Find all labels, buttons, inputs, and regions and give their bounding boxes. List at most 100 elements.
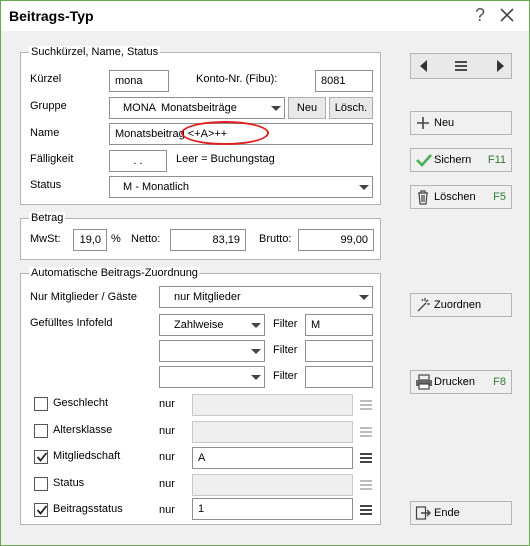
geschlecht-value [192,394,353,416]
beitragsstatus-checkbox[interactable] [34,503,48,517]
nur-label: nur [159,478,175,490]
chevron-down-icon[interactable] [266,98,284,118]
sichern-shortcut: F11 [487,154,506,166]
menu-icon[interactable] [449,54,473,78]
prev-icon[interactable] [413,54,435,78]
konto-input[interactable]: 8081 [315,70,373,92]
group-automatische-zuordnung: Automatische Beitrags-Zuordnung Nur Mitg… [20,267,381,525]
name-label: Name [30,127,60,139]
nur-label: nur [159,451,175,463]
ende-button-label: Ende [434,507,460,519]
gruppe-loesch-button[interactable]: Lösch. [329,97,373,119]
kuerzel-input[interactable]: mona [109,70,169,92]
window-title: Beitrags-Typ [9,8,94,24]
loeschen-shortcut: F5 [493,191,506,203]
netto-input[interactable]: 83,19 [170,229,246,251]
chevron-down-icon[interactable] [246,315,264,335]
beitragsstatus-value[interactable]: 1 [192,498,353,520]
list-icon [357,475,375,495]
mitgliedschaft-value[interactable]: A [192,447,353,469]
chevron-down-icon[interactable] [354,287,372,307]
sichern-button-label: Sichern [434,154,472,166]
magic-wand-icon [415,297,431,313]
kuerzel-label: Kürzel [30,73,62,85]
infofeld-select-2[interactable] [159,340,265,362]
filter-input-2[interactable] [305,340,373,362]
checkmark-icon [415,152,432,168]
infofeld-select-1[interactable]: Zahlweise [159,314,265,336]
status-value: M - Monatlich [123,181,190,193]
list-icon [357,395,375,415]
chevron-down-icon[interactable] [354,177,372,197]
zuordnen-button[interactable]: Zuordnen [410,293,512,317]
brutto-input[interactable]: 99,00 [298,229,374,251]
filter-input-3[interactable] [305,366,373,388]
neu-button[interactable]: Neu [410,111,512,135]
beitrags-typ-window: Beitrags-Typ ? Suchkürzel, Name, Status … [0,0,530,546]
altersklasse-label: Altersklasse [53,424,113,436]
gruppe-select[interactable]: MONA Monatsbeiträge [109,97,285,119]
nur-label: nur [159,398,175,410]
filter-label-3: Filter [273,370,298,382]
filter-label-2: Filter [273,344,298,356]
zuordnen-button-label: Zuordnen [434,299,482,311]
group-title: Suchkürzel, Name, Status [29,46,161,58]
record-navigation [410,53,512,79]
chevron-down-icon[interactable] [246,367,264,387]
status-label: Status [30,179,62,191]
status-filter-label: Status [53,477,85,489]
chevron-down-icon[interactable] [246,341,264,361]
check-icon [36,505,48,515]
faelligkeit-label: Fälligkeit [30,153,74,165]
netto-label: Netto: [131,233,161,245]
ende-button[interactable]: Ende [410,501,512,525]
gruppe-neu-button[interactable]: Neu [288,97,326,119]
check-icon [36,452,48,462]
group-title: Betrag [29,212,66,224]
next-icon[interactable] [489,54,511,78]
mitgliedschaft-checkbox[interactable] [34,450,48,464]
status-checkbox[interactable] [34,477,48,491]
faelligkeit-hint: Leer = Buchungstag [176,153,275,165]
infofeld-select-3[interactable] [159,366,265,388]
group-betrag: Betrag MwSt: 19,0 % Netto: 83,19 Brutto:… [20,212,381,260]
mwst-input[interactable]: 19,0 [73,229,107,251]
infofeld-label: Gefülltes Infofeld [30,317,113,329]
geschlecht-label: Geschlecht [53,397,109,409]
loeschen-button[interactable]: Löschen F5 [410,185,512,209]
neu-button-label: Neu [434,117,455,129]
percent-label: % [111,233,121,245]
help-icon[interactable]: ? [469,4,491,26]
title-bar: Beitrags-Typ ? [1,1,529,31]
list-icon[interactable] [357,448,375,468]
altersklasse-value [192,421,353,443]
group-title: Automatische Beitrags-Zuordnung [29,267,200,279]
filter-label-1: Filter [273,318,298,330]
printer-icon [415,374,432,390]
nur-mitglieder-label: Nur Mitglieder / Gäste [30,291,137,303]
list-icon[interactable] [357,500,375,520]
nur-label: nur [159,425,175,437]
status-select[interactable]: M - Monatlich [109,176,373,198]
loeschen-button-label: Löschen [434,191,476,203]
sichern-button[interactable]: Sichern F11 [410,148,512,172]
gruppe-label: Gruppe [30,100,67,112]
status-filter-value [192,474,353,496]
close-icon[interactable] [496,4,518,26]
drucken-button[interactable]: Drucken F8 [410,370,512,394]
geschlecht-checkbox[interactable] [34,397,48,411]
mitgliedschaft-label: Mitgliedschaft [53,450,121,462]
konto-label: Konto-Nr. (Fibu): [196,73,278,85]
filter-input-1[interactable]: M [305,314,373,336]
plus-icon [415,115,431,131]
nur-mitglieder-value: nur Mitglieder [174,291,241,303]
list-icon [357,422,375,442]
nur-mitglieder-select[interactable]: nur Mitglieder [159,286,373,308]
mwst-label: MwSt: [30,233,61,245]
drucken-shortcut: F8 [493,376,506,388]
drucken-button-label: Drucken [434,376,475,388]
faelligkeit-input[interactable]: . . [109,150,167,172]
altersklasse-checkbox[interactable] [34,424,48,438]
gruppe-value: Monatsbeiträge [161,102,237,114]
beitragsstatus-label: Beitragsstatus [53,503,123,515]
